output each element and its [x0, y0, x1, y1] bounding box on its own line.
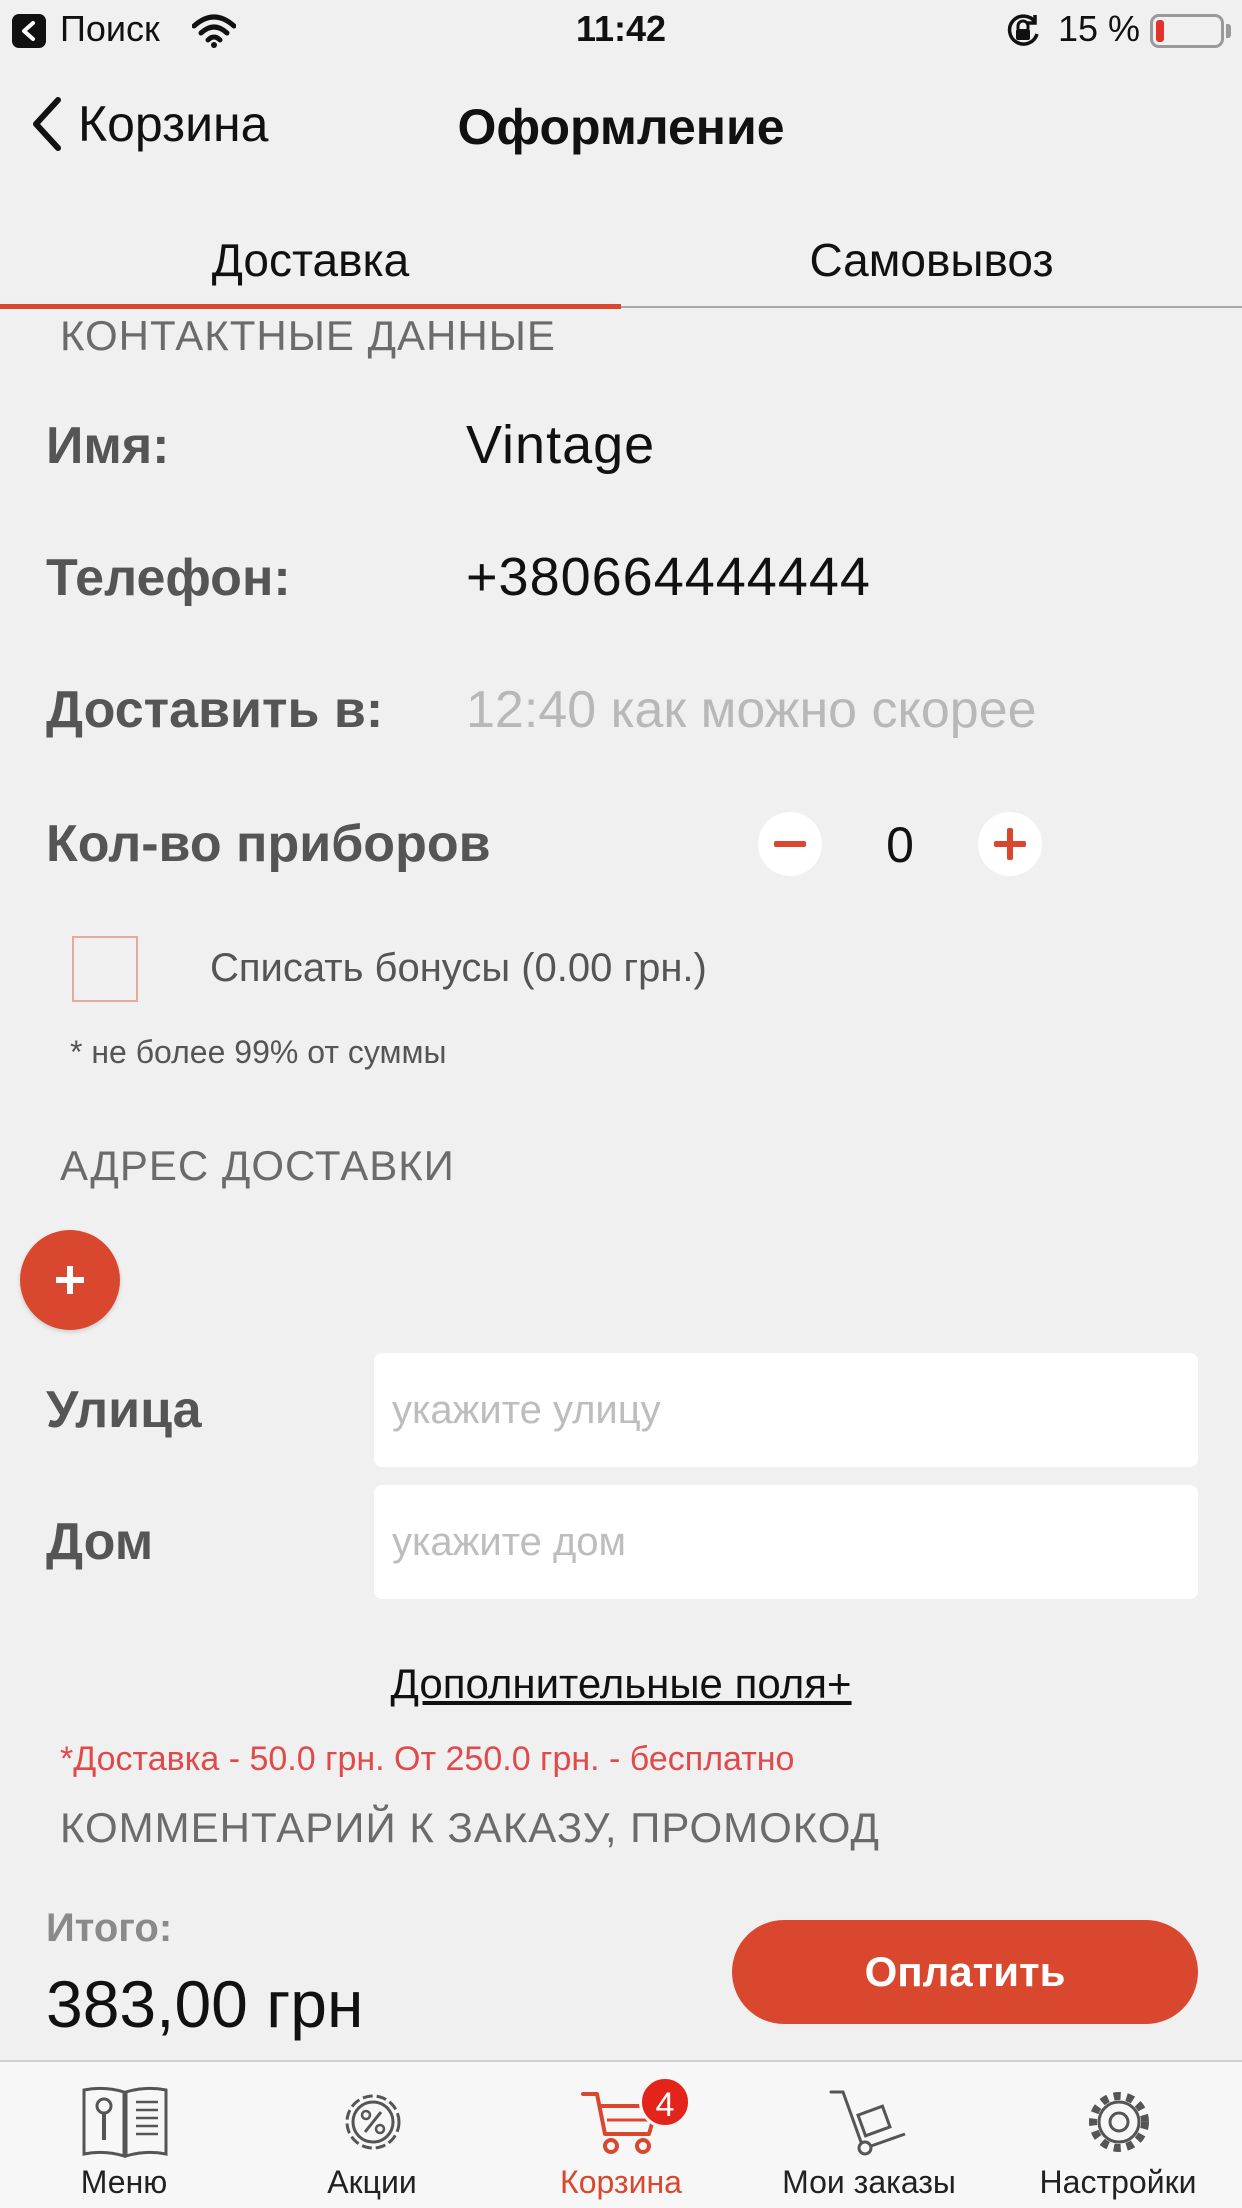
cutlery-count: 0	[886, 817, 914, 873]
add-address-button[interactable]	[20, 1230, 120, 1330]
total-label: Итого:	[46, 1906, 173, 1950]
cutlery-decrement-button[interactable]	[758, 812, 822, 876]
deliver-time-label: Доставить в:	[46, 681, 384, 739]
status-bar: Поиск 11:42 15 %	[0, 0, 1242, 62]
name-value[interactable]: Vintage	[466, 414, 655, 476]
name-label: Имя:	[46, 417, 170, 475]
house-input[interactable]	[374, 1485, 1198, 1599]
tabbar-item-settings[interactable]: Настройки	[994, 2062, 1242, 2208]
tabbar-item-promotions[interactable]: Акции	[248, 2062, 496, 2208]
tabbar-item-cart[interactable]: 4 Корзина	[497, 2062, 745, 2208]
tabbar-item-menu[interactable]: Меню	[0, 2062, 248, 2208]
tabbar-item-my-orders[interactable]: Мои заказы	[745, 2062, 993, 2208]
cart-badge: 4	[639, 2076, 691, 2128]
phone-value[interactable]: +380664444444	[466, 546, 871, 608]
use-bonus-label[interactable]: Списать бонусы (0.00 грн.)	[210, 946, 707, 991]
comment-section-title[interactable]: КОММЕНТАРИЙ К ЗАКАЗУ, ПРОМОКОД	[60, 1804, 880, 1852]
street-label: Улица	[46, 1381, 202, 1439]
phone-label: Телефон:	[46, 549, 291, 607]
battery-percent: 15 %	[1058, 8, 1141, 49]
tabbar-label-my-orders: Мои заказы	[782, 2164, 956, 2200]
hand-truck-icon	[829, 2090, 906, 2156]
street-input[interactable]	[374, 1353, 1198, 1467]
extra-fields-link[interactable]: Дополнительные поля+	[0, 1660, 1242, 1708]
cutlery-increment-button[interactable]	[978, 812, 1042, 876]
battery-icon	[1150, 14, 1224, 48]
tab-delivery[interactable]: Доставка	[0, 210, 621, 310]
house-label: Дом	[46, 1513, 154, 1571]
total-value: 383,00 грн	[46, 1967, 364, 2041]
tabbar-label-menu: Меню	[80, 2164, 168, 2200]
clock: 11:42	[575, 8, 667, 49]
delivery-price-note: *Доставка - 50.0 грн. От 250.0 грн. - бе…	[60, 1740, 795, 1778]
page-title: Оформление	[457, 99, 785, 155]
orientation-lock-icon	[1004, 12, 1042, 55]
tab-pickup[interactable]: Самовывоз	[621, 210, 1242, 310]
tabbar-label-promotions: Акции	[327, 2164, 417, 2200]
pay-button[interactable]: Оплатить	[732, 1920, 1198, 2024]
battery-cap	[1226, 24, 1231, 38]
tabbar-label-settings: Настройки	[1039, 2164, 1197, 2200]
cutlery-label: Кол-во приборов	[46, 815, 491, 873]
delivery-mode-tabs: Доставка Самовывоз	[0, 210, 1242, 310]
use-bonus-checkbox[interactable]	[72, 936, 138, 1002]
menu-book-icon	[82, 2086, 168, 2159]
bonus-note: * не более 99% от суммы	[70, 1034, 447, 1070]
tab-divider	[621, 306, 1242, 308]
gear-icon	[1089, 2092, 1149, 2152]
discount-gear-icon	[345, 2094, 401, 2150]
contact-section-title: КОНТАКТНЫЕ ДАННЫЕ	[60, 312, 556, 359]
deliver-time-field[interactable]: 12:40 как можно скорее	[466, 680, 1037, 740]
tabbar-label-cart: Корзина	[560, 2164, 682, 2200]
bottom-tab-bar: Меню Акции 4 Корзина Мои заказы Настройк…	[0, 2060, 1242, 2208]
active-tab-indicator	[0, 304, 621, 309]
minus-icon	[774, 841, 806, 847]
address-section-title: АДРЕС ДОСТАВКИ	[60, 1142, 455, 1189]
